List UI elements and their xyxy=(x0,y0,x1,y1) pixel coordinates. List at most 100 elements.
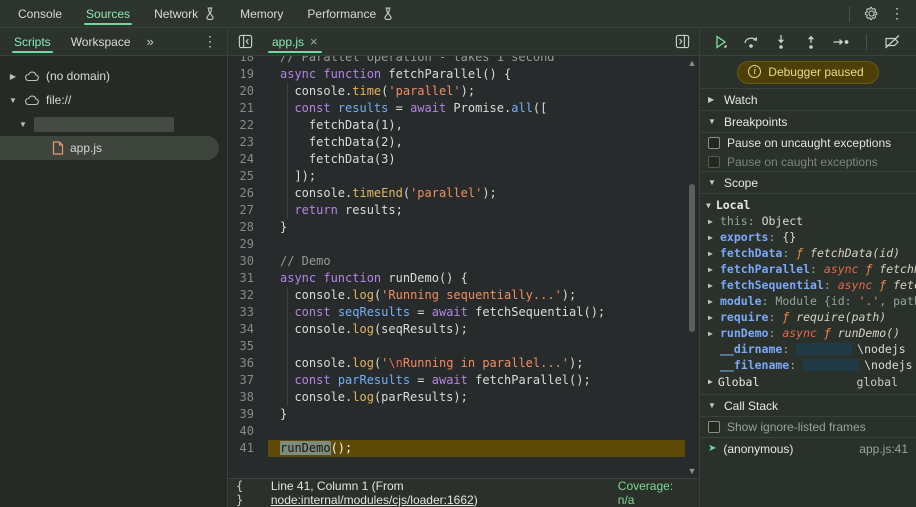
line-number[interactable]: 41 xyxy=(228,440,268,457)
line-number[interactable]: 21 xyxy=(228,100,268,117)
scope-entry-dirname[interactable]: __dirname: \nodejs xyxy=(700,341,916,357)
scope-entry-filename[interactable]: __filename: \nodejs xyxy=(700,357,916,373)
scroll-down-icon[interactable]: ▼ xyxy=(687,466,697,476)
line-number[interactable]: 35 xyxy=(228,338,268,355)
scope-entry-exports[interactable]: ▶exports: {} xyxy=(700,229,916,245)
checkbox-icon[interactable] xyxy=(708,137,720,149)
code-text: ]); xyxy=(268,168,685,185)
chevron-right-icon[interactable]: ▶ xyxy=(708,95,717,104)
line-number[interactable]: 20 xyxy=(228,83,268,100)
chevron-right-icon[interactable]: ▶ xyxy=(708,281,718,290)
scroll-up-icon[interactable]: ▲ xyxy=(687,58,697,68)
step-over-icon[interactable] xyxy=(738,30,764,54)
scope-entry-this[interactable]: ▶this: Object xyxy=(700,213,916,229)
line-number[interactable]: 34 xyxy=(228,321,268,338)
line-number[interactable]: 40 xyxy=(228,423,268,440)
section-call-stack[interactable]: ▼ Call Stack xyxy=(700,395,916,417)
chevron-down-icon[interactable]: ▼ xyxy=(708,401,717,410)
line-number[interactable]: 39 xyxy=(228,406,268,423)
chevron-down-icon[interactable]: ▼ xyxy=(18,120,28,129)
scope-entry-fetchData[interactable]: ▶fetchData: ƒ fetchData(id) xyxy=(700,245,916,261)
tab-sources[interactable]: Sources xyxy=(74,0,142,27)
chevron-down-icon[interactable]: ▼ xyxy=(708,178,717,187)
tab-performance[interactable]: Performance xyxy=(295,0,406,27)
step-into-icon[interactable] xyxy=(768,30,794,54)
settings-gear-icon[interactable] xyxy=(858,1,884,27)
checkbox-icon[interactable] xyxy=(708,421,720,433)
chevron-down-icon[interactable]: ▼ xyxy=(708,117,717,126)
loader-link[interactable]: node:internal/modules/cjs/loader:1662 xyxy=(271,493,474,507)
section-scope[interactable]: ▼ Scope xyxy=(700,172,916,194)
scope-global-row[interactable]: ▶ Global global xyxy=(700,373,916,390)
section-watch[interactable]: ▶ Watch xyxy=(700,89,916,111)
tab-scripts[interactable]: Scripts xyxy=(4,28,61,55)
chevron-right-icon[interactable]: ▶ xyxy=(708,297,718,306)
chevron-right-icon[interactable]: ▶ xyxy=(708,313,718,322)
line-number[interactable]: 32 xyxy=(228,287,268,304)
line-number[interactable]: 27 xyxy=(228,202,268,219)
chevron-right-icon[interactable]: ▶ xyxy=(708,377,713,386)
line-number[interactable]: 19 xyxy=(228,66,268,83)
code-lines[interactable]: 18// Parallel operation - takes 1 second… xyxy=(228,56,699,478)
redacted-folder-name xyxy=(34,117,174,132)
line-number[interactable]: 26 xyxy=(228,185,268,202)
pause-uncaught-label: Pause on uncaught exceptions xyxy=(727,136,891,150)
indent-guide xyxy=(287,83,288,100)
pretty-print-icon[interactable]: { } xyxy=(236,479,263,507)
line-number[interactable]: 37 xyxy=(228,372,268,389)
chevron-right-icon[interactable]: ▶ xyxy=(708,329,718,338)
scope-entry-module[interactable]: ▶module: Module {id: '.', path xyxy=(700,293,916,309)
scope-entry-runDemo[interactable]: ▶runDemo: async ƒ runDemo() xyxy=(700,325,916,341)
line-number[interactable]: 36 xyxy=(228,355,268,372)
tree-item-no-domain[interactable]: ▶ (no domain) xyxy=(0,64,227,88)
line-number[interactable]: 30 xyxy=(228,253,268,270)
chevron-down-icon[interactable]: ▼ xyxy=(706,201,711,210)
editor-tab-appjs[interactable]: app.js × xyxy=(266,28,324,55)
line-number[interactable]: 22 xyxy=(228,117,268,134)
more-options-icon[interactable]: ⋮ xyxy=(884,1,910,27)
line-number[interactable]: 28 xyxy=(228,219,268,236)
toggle-navigator-icon[interactable] xyxy=(232,29,258,55)
tab-console[interactable]: Console xyxy=(6,0,74,27)
line-number[interactable]: 38 xyxy=(228,389,268,406)
toggle-debugger-sidebar-icon[interactable] xyxy=(669,29,695,55)
close-tab-icon[interactable]: × xyxy=(310,34,318,49)
tree-item-folder-redacted[interactable]: ▼ xyxy=(0,112,227,136)
chevron-right-icon[interactable]: ▶ xyxy=(8,72,18,81)
chevron-right-icon[interactable]: ▶ xyxy=(708,265,718,274)
chevron-right-icon[interactable]: ▶ xyxy=(708,217,718,226)
tab-memory[interactable]: Memory xyxy=(228,0,295,27)
scope-local-header[interactable]: ▼ Local xyxy=(700,197,916,213)
chevron-down-icon[interactable]: ▼ xyxy=(8,96,18,105)
deactivate-breakpoints-icon[interactable] xyxy=(879,30,905,54)
line-number[interactable]: 25 xyxy=(228,168,268,185)
scope-entry-fetchParallel[interactable]: ▶fetchParallel: async ƒ fetchParallel() xyxy=(700,261,916,277)
tree-item-file-protocol[interactable]: ▼ file:// xyxy=(0,88,227,112)
chevron-right-icon[interactable]: ▶ xyxy=(708,249,718,258)
section-breakpoints[interactable]: ▼ Breakpoints xyxy=(700,111,916,133)
pause-uncaught-row[interactable]: Pause on uncaught exceptions xyxy=(700,133,916,152)
show-ignore-listed-row[interactable]: Show ignore-listed frames xyxy=(700,417,916,438)
line-number[interactable]: 18 xyxy=(228,56,268,66)
editor-scrollbar[interactable]: ▲ ▼ xyxy=(685,56,699,478)
token: await xyxy=(432,373,468,387)
scope-entry-require[interactable]: ▶require: ƒ require(path) xyxy=(700,309,916,325)
line-number[interactable]: 29 xyxy=(228,236,268,253)
line-number[interactable]: 31 xyxy=(228,270,268,287)
more-tabs-icon[interactable]: » xyxy=(141,34,159,49)
tab-network[interactable]: Network xyxy=(142,0,228,27)
scope-entry-fetchSequential[interactable]: ▶fetchSequential: async ƒ fetchSequentia… xyxy=(700,277,916,293)
step-out-icon[interactable] xyxy=(798,30,824,54)
resume-script-icon[interactable] xyxy=(708,30,734,54)
scrollbar-thumb[interactable] xyxy=(689,184,695,332)
code-text: runDemo(); xyxy=(268,440,685,457)
tree-item-appjs[interactable]: app.js xyxy=(0,136,219,160)
line-number[interactable]: 24 xyxy=(228,151,268,168)
chevron-right-icon[interactable]: ▶ xyxy=(708,233,718,242)
line-number[interactable]: 33 xyxy=(228,304,268,321)
tab-workspace[interactable]: Workspace xyxy=(61,28,141,55)
sidebar-menu-icon[interactable]: ⋮ xyxy=(197,29,223,55)
line-number[interactable]: 23 xyxy=(228,134,268,151)
step-icon[interactable] xyxy=(828,30,854,54)
call-stack-frame[interactable]: ➤ (anonymous) app.js:41 xyxy=(700,438,916,459)
